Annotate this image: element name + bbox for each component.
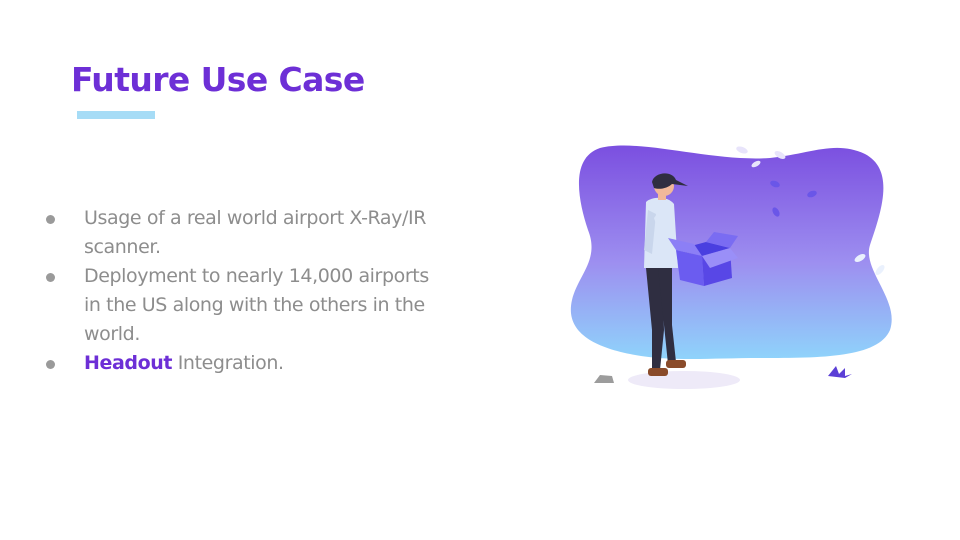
bullet-list: Usage of a real world airport X-Ray/IR s… [44,204,444,378]
plant-icon [828,366,852,378]
person-holding-box-illustration [570,145,892,389]
slide-title: Future Use Case [71,60,365,99]
title-accent-bar [77,111,155,119]
bullet-text: Integration. [172,352,284,374]
bullet-item: Headout Integration. [44,349,444,378]
headout-highlight: Headout [84,352,173,374]
bullet-item: Usage of a real world airport X-Ray/IR s… [44,204,444,262]
pebble-shape [594,375,614,383]
bullet-item: Deployment to nearly 14,000 airports in … [44,262,444,349]
ground-shadow [628,371,740,389]
bullet-dot-icon [46,360,55,369]
bullet-dot-icon [46,273,55,282]
bullet-text: Usage of a real world airport X-Ray/IR s… [84,207,426,258]
bullet-dot-icon [46,215,55,224]
slide: Future Use Case Usage of a real world ai… [0,0,960,540]
bullet-text: Deployment to nearly 14,000 airports in … [84,265,429,345]
